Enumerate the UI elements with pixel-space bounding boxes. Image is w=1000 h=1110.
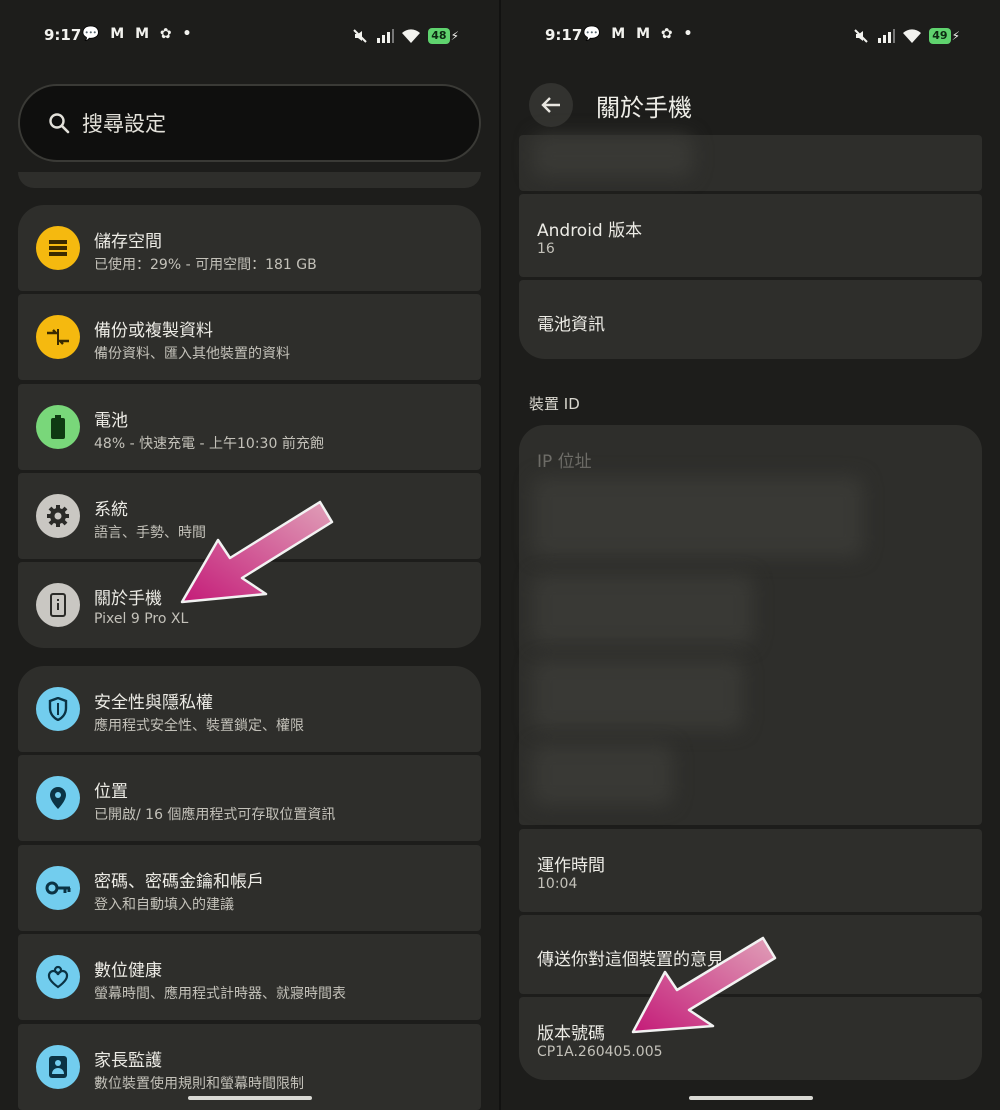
item-subtitle: 數位裝置使用規則和螢幕時間限制 [94, 1076, 304, 1092]
item-title: 儲存空間 [94, 232, 162, 252]
item-title: 系統 [94, 500, 128, 520]
item-title: 數位健康 [94, 961, 162, 981]
section-header-device-id: 裝置 ID [529, 395, 580, 413]
pointer-arrow-icon [180, 500, 334, 604]
settings-item-location[interactable]: 位置 已開啟/ 16 個應用程式可存取位置資訊 [18, 755, 481, 841]
redacted-value [533, 660, 743, 730]
battery-level: 48 [428, 28, 450, 44]
shield-icon [36, 687, 80, 731]
home-indicator[interactable] [187, 1096, 312, 1100]
redacted-value [533, 477, 863, 557]
settings-item-battery[interactable]: 電池 48% - 快速充電 - 上午10:30 前充飽 [18, 384, 481, 470]
phone-info-icon [36, 583, 80, 627]
item-title: Android 版本 [537, 221, 643, 241]
notification-icons: 💬 M M ✿ • [82, 26, 195, 42]
charging-icon: ⚡ [450, 29, 459, 43]
battery-indicator: 48 ⚡ [428, 28, 459, 44]
signal-icon [878, 29, 896, 43]
item-title: 家長監護 [94, 1051, 162, 1071]
system-icons: 48 ⚡ [352, 28, 459, 44]
back-button[interactable] [529, 83, 573, 127]
item-title: 位置 [94, 782, 128, 802]
item-title: 版本號碼 [537, 1024, 605, 1044]
status-bar: 9:17 💬 M M ✿ • 48 ⚡ [0, 26, 499, 50]
settings-item-backup[interactable]: 備份或複製資料 備份資料、匯入其他裝置的資料 [18, 294, 481, 380]
settings-item-digital-wellbeing[interactable]: 數位健康 螢幕時間、應用程式計時器、就寢時間表 [18, 934, 481, 1020]
list-group-device-identifiers[interactable]: IP 位址 [519, 425, 982, 825]
search-bar[interactable]: 搜尋設定 [18, 84, 481, 162]
settings-panel: 9:17 💬 M M ✿ • 48 ⚡ 搜尋設定 儲存空間 已使用：29% - … [0, 0, 499, 1110]
key-icon [36, 866, 80, 910]
arrow-back-icon [541, 97, 560, 113]
item-subtitle: 備份資料、匯入其他裝置的資料 [94, 346, 290, 362]
wifi-icon [402, 29, 421, 43]
pointer-arrow-icon [631, 936, 777, 1034]
settings-item-security[interactable]: 安全性與隱私權 應用程式安全性、裝置鎖定、權限 [18, 666, 481, 752]
item-subtitle: CP1A.260405.005 [537, 1044, 663, 1060]
battery-indicator: 49 ⚡ [929, 28, 960, 44]
settings-item-passwords[interactable]: 密碼、密碼金鑰和帳戶 登入和自動填入的建議 [18, 845, 481, 931]
item-title: 電池 [94, 411, 128, 431]
search-icon [49, 113, 70, 134]
list-item-partial[interactable] [519, 135, 982, 191]
mute-icon [353, 29, 367, 43]
wifi-icon [903, 29, 922, 43]
transfer-icon [36, 315, 80, 359]
page-title: 關於手機 [596, 94, 692, 122]
item-title: 運作時間 [537, 856, 605, 876]
item-subtitle: 登入和自動填入的建議 [94, 897, 234, 913]
item-subtitle: 已開啟/ 16 個應用程式可存取位置資訊 [94, 807, 336, 823]
item-subtitle: 應用程式安全性、裝置鎖定、權限 [94, 718, 304, 734]
previous-group-edge [18, 172, 481, 188]
mute-icon [854, 29, 868, 43]
storage-icon [36, 226, 80, 270]
item-subtitle: 螢幕時間、應用程式計時器、就寢時間表 [94, 986, 346, 1002]
home-indicator[interactable] [688, 1096, 813, 1100]
list-item-uptime[interactable]: 運作時間 10:04 [519, 829, 982, 912]
redacted-value [533, 575, 753, 645]
about-phone-panel: 9:17 💬 M M ✿ • 49 ⚡ 關於手機 Android 版本 16 電… [501, 0, 1000, 1110]
item-subtitle: Pixel 9 Pro XL [94, 611, 189, 627]
item-title: 關於手機 [94, 589, 162, 609]
status-time: 9:17 [545, 26, 583, 44]
list-item-android-version[interactable]: Android 版本 16 [519, 194, 982, 277]
notification-icons: 💬 M M ✿ • [583, 26, 696, 42]
redacted-value [533, 135, 693, 177]
location-icon [36, 776, 80, 820]
parental-icon [36, 1045, 80, 1089]
redacted-value [533, 745, 673, 805]
item-title-ip: IP 位址 [537, 452, 592, 472]
system-icons: 49 ⚡ [853, 28, 960, 44]
status-bar: 9:17 💬 M M ✿ • 49 ⚡ [501, 26, 1000, 50]
status-time: 9:17 [44, 26, 82, 44]
wellbeing-icon [36, 955, 80, 999]
item-title: 安全性與隱私權 [94, 693, 213, 713]
item-title: 密碼、密碼金鑰和帳戶 [94, 872, 264, 892]
search-placeholder: 搜尋設定 [82, 112, 166, 136]
charging-icon: ⚡ [951, 29, 960, 43]
list-item-battery-info[interactable]: 電池資訊 [519, 280, 982, 359]
item-subtitle: 已使用：29% - 可用空間：181 GB [94, 257, 317, 273]
signal-icon [377, 29, 395, 43]
gear-icon [36, 494, 80, 538]
item-subtitle: 10:04 [537, 876, 578, 892]
item-subtitle: 16 [537, 241, 555, 257]
item-title: 備份或複製資料 [94, 321, 213, 341]
item-subtitle: 48% - 快速充電 - 上午10:30 前充飽 [94, 436, 324, 452]
item-title: 電池資訊 [537, 315, 605, 335]
battery-level: 49 [929, 28, 951, 44]
settings-item-storage[interactable]: 儲存空間 已使用：29% - 可用空間：181 GB [18, 205, 481, 291]
battery-icon [36, 405, 80, 449]
